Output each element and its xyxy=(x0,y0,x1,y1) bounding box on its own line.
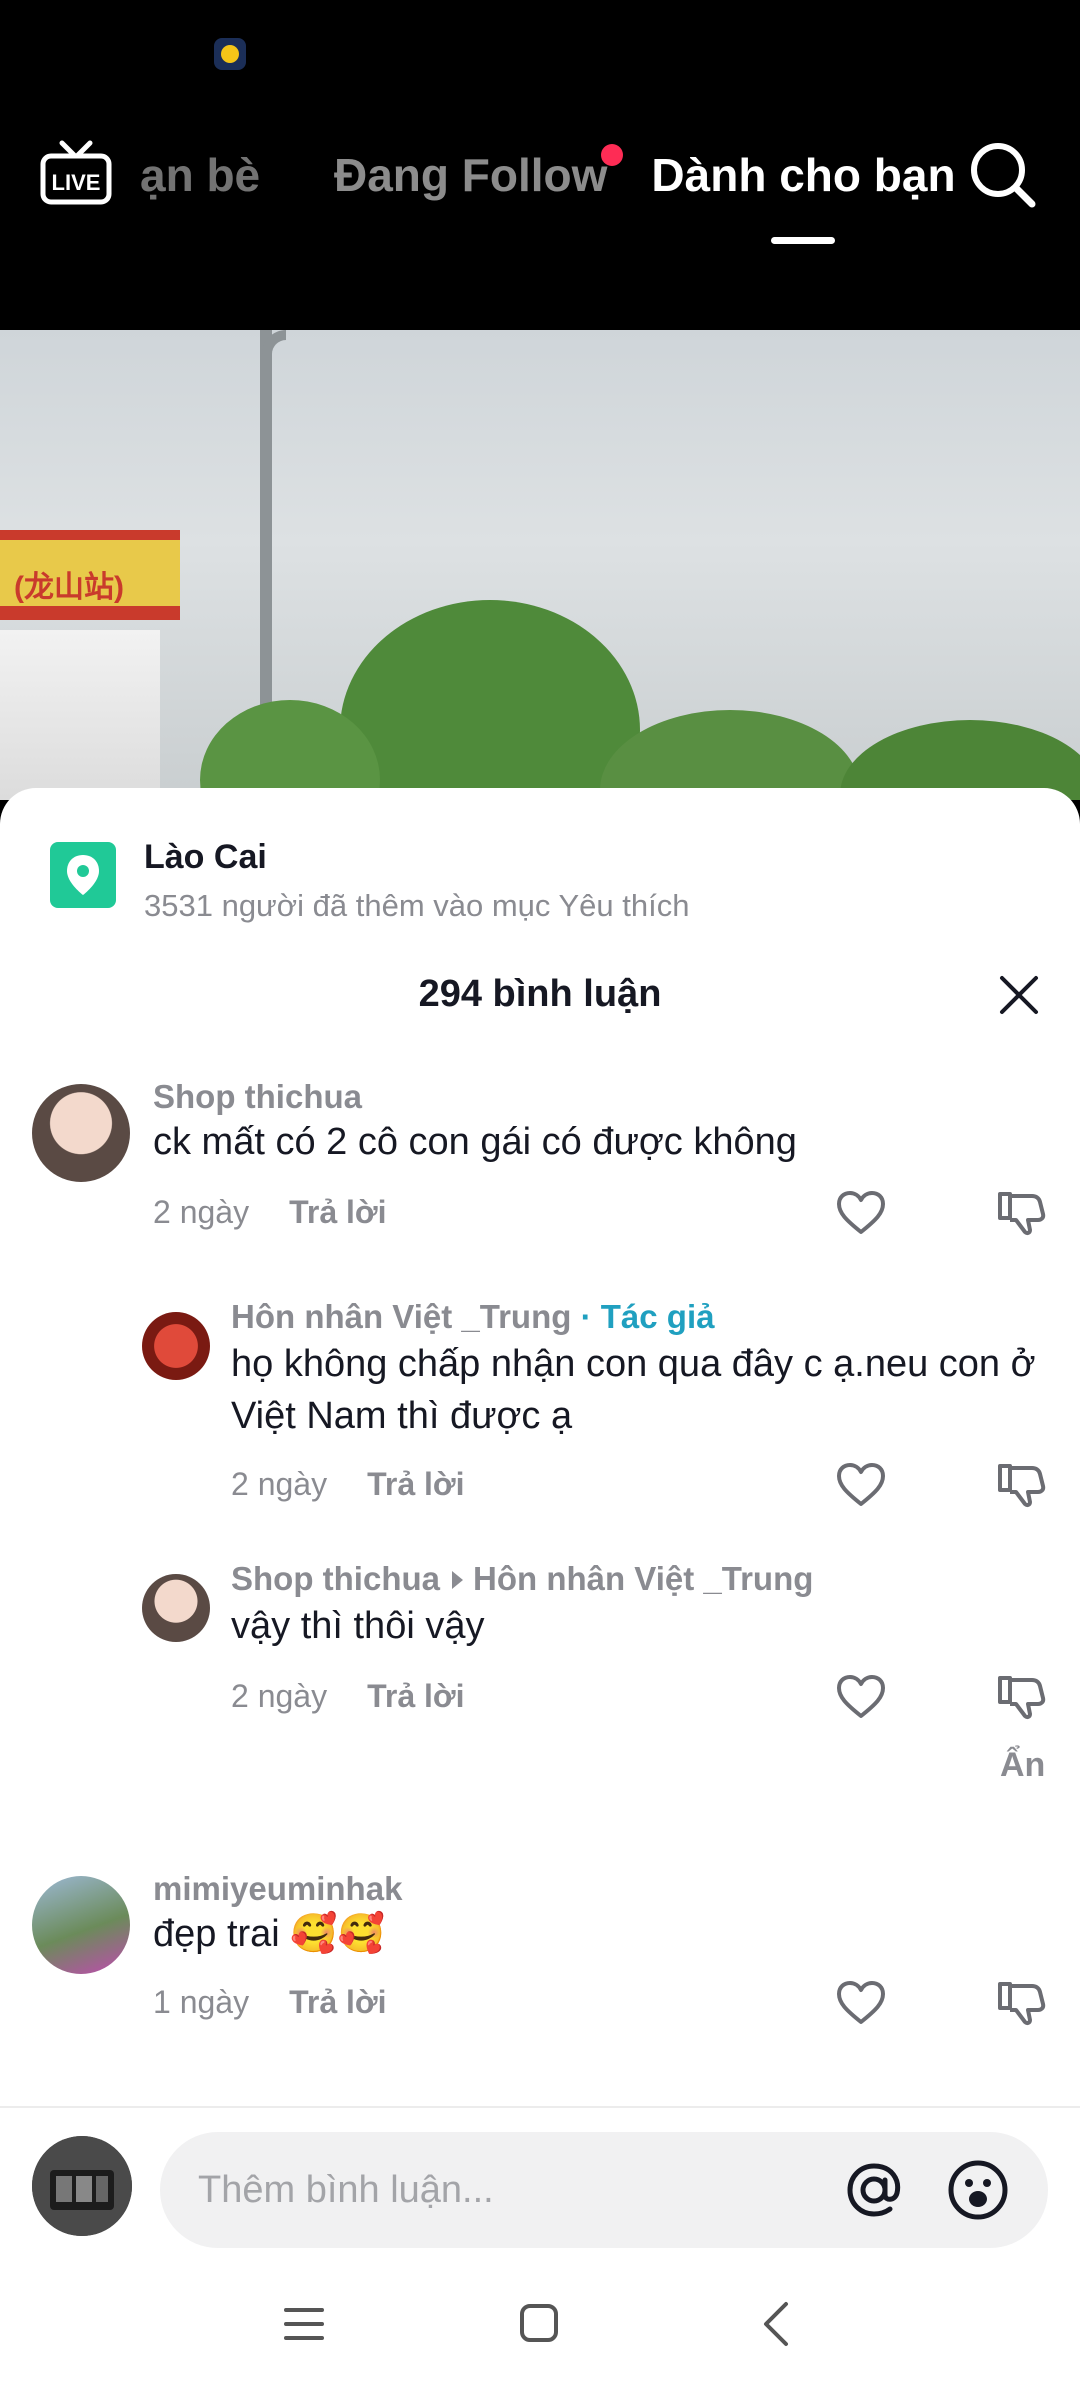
feed-tabs: ạn bè Đang Follow Dành cho bạn xyxy=(140,140,1000,244)
gas-station-sign: (龙山站) xyxy=(0,530,180,620)
dislike-icon[interactable] xyxy=(996,1190,1046,1236)
comment-input-container[interactable] xyxy=(160,2132,1048,2248)
back-icon[interactable] xyxy=(758,2300,794,2348)
comment-username[interactable]: Hôn nhân Việt _Trung · Tác giả xyxy=(231,1298,714,1336)
location-pin-icon xyxy=(50,842,116,908)
emoji-icon[interactable] xyxy=(946,2158,1010,2222)
location-card[interactable]: Lào Cai 3531 người đã thêm vào mục Yêu t… xyxy=(50,828,1030,923)
avatar[interactable] xyxy=(32,1084,130,1182)
my-avatar xyxy=(32,2136,132,2236)
comment-text: ck mất có 2 cô con gái có được không xyxy=(153,1121,797,1163)
location-favorites-count: 3531 người đã thêm vào mục Yêu thích xyxy=(144,888,690,923)
close-icon[interactable] xyxy=(996,972,1042,1018)
top-navigation-bar: LIVE ạn bè Đang Follow Dành cho bạn xyxy=(0,0,1080,330)
reply-item: Shop thichua Hôn nhân Việt _Trung vậy thì… xyxy=(0,1560,1080,1800)
comments-count-title: 294 bình luận xyxy=(418,973,662,1015)
tab-for-you[interactable]: Dành cho bạn xyxy=(651,148,956,244)
avatar[interactable] xyxy=(32,1876,130,1974)
status-bar-app-icon xyxy=(214,38,246,70)
dislike-icon[interactable] xyxy=(996,1980,1046,2026)
video-player[interactable]: (龙山站) xyxy=(0,330,1080,800)
reply-button[interactable]: Trả lời xyxy=(289,1984,386,2020)
heart-icon[interactable] xyxy=(836,1462,886,1508)
comment-meta: 2 ngày Trả lời xyxy=(153,1194,387,1231)
author-badge: · Tác giả xyxy=(580,1298,715,1335)
comment-time: 2 ngày xyxy=(231,1466,328,1502)
heart-icon[interactable] xyxy=(836,1980,886,2026)
live-icon[interactable]: LIVE xyxy=(40,140,112,206)
comment-item: Shop thichua ck mất có 2 cô con gái có đ… xyxy=(0,1078,1080,1278)
comment-meta: 2 ngày Trả lời xyxy=(231,1466,465,1503)
tab-following[interactable]: Đang Follow xyxy=(334,144,624,202)
street-lamp-arm xyxy=(262,330,286,390)
reply-to-arrow-icon xyxy=(452,1571,463,1590)
comment-text: đẹp trai 🥰🥰 xyxy=(153,1913,385,1955)
heart-icon[interactable] xyxy=(836,1190,886,1236)
comment-username[interactable]: Shop thichua Hôn nhân Việt _Trung xyxy=(231,1560,813,1598)
comment-username[interactable]: Shop thichua xyxy=(153,1078,362,1116)
comment-time: 2 ngày xyxy=(231,1678,328,1714)
system-navigation-bar xyxy=(0,2256,1080,2400)
search-icon[interactable] xyxy=(968,140,1038,210)
reply-button[interactable]: Trả lời xyxy=(367,1678,464,1714)
tree xyxy=(340,600,640,800)
recent-apps-icon[interactable] xyxy=(282,2304,326,2344)
mention-icon[interactable] xyxy=(842,2158,906,2222)
reply-username: Hôn nhân Việt _Trung xyxy=(231,1298,572,1335)
heart-icon[interactable] xyxy=(836,1674,886,1720)
comment-time: 1 ngày xyxy=(153,1984,250,2020)
hide-replies-button[interactable]: Ẩn xyxy=(1000,1746,1045,1785)
station-sign-text: (龙山站) xyxy=(14,571,124,604)
comment-time: 2 ngày xyxy=(153,1194,250,1230)
live-label: LIVE xyxy=(52,170,101,195)
reply-button[interactable]: Trả lời xyxy=(289,1194,386,1230)
active-tab-indicator xyxy=(771,237,836,244)
reply-button[interactable]: Trả lời xyxy=(367,1466,464,1502)
comment-text: họ không chấp nhận con qua đây c ạ.neu c… xyxy=(231,1343,1036,1437)
gas-station-canopy xyxy=(0,630,160,800)
location-name: Lào Cai xyxy=(144,838,267,876)
avatar[interactable] xyxy=(142,1574,210,1642)
dislike-icon[interactable] xyxy=(996,1674,1046,1720)
comment-input[interactable] xyxy=(198,2132,818,2248)
home-icon[interactable] xyxy=(518,2302,560,2344)
comment-meta: 1 ngày Trả lời xyxy=(153,1984,387,2021)
dislike-icon[interactable] xyxy=(996,1462,1046,1508)
comment-username[interactable]: mimiyeuminhak xyxy=(153,1870,402,1908)
comment-input-bar xyxy=(0,2106,1080,2256)
comment-text: vậy thì thôi vậy xyxy=(231,1605,485,1647)
tab-following-label: Đang Follow xyxy=(334,149,608,201)
avatar[interactable] xyxy=(142,1312,210,1380)
comment-meta: 2 ngày Trả lời xyxy=(231,1678,465,1715)
reply-username: Shop thichua xyxy=(231,1560,440,1597)
tab-for-you-label: Dành cho bạn xyxy=(651,149,956,201)
notification-dot xyxy=(601,144,624,166)
comment-item: mimiyeuminhak đẹp trai 🥰🥰 1 ngày Trả lời xyxy=(0,1870,1080,2070)
reply-item: Hôn nhân Việt _Trung · Tác giả họ không … xyxy=(0,1298,1080,1548)
tab-friends[interactable]: ạn bè xyxy=(140,148,290,202)
reply-to-username: Hôn nhân Việt _Trung xyxy=(473,1560,814,1597)
